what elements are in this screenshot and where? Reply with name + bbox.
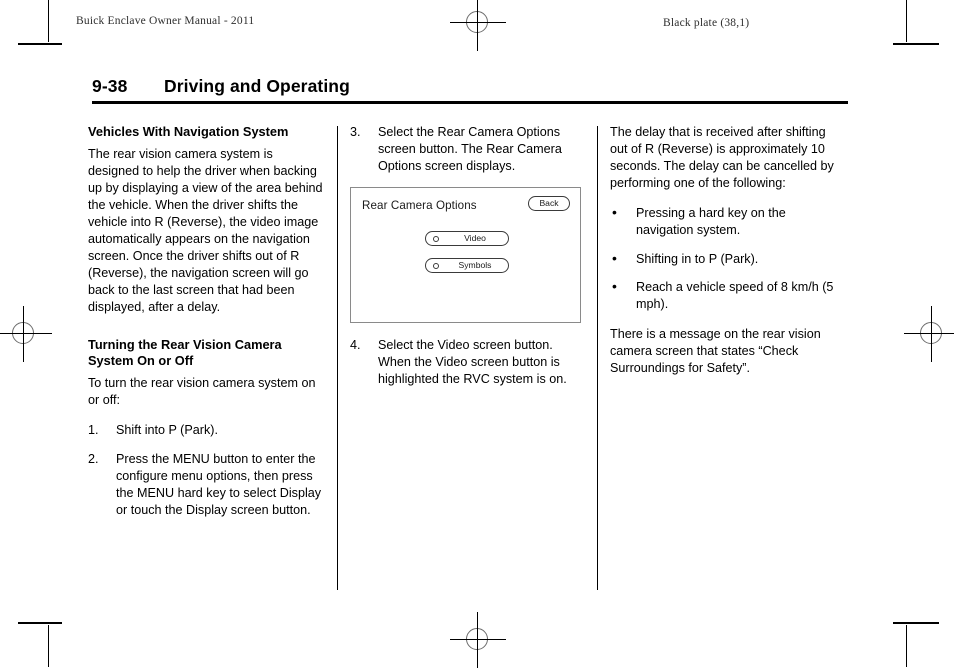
crop-mark-bottom-right-horizontal [893, 622, 939, 624]
paragraph-check-surroundings: There is a message on the rear vision ca… [610, 326, 821, 376]
step-list-column-2-bottom: 4. Select the Video screen button. When … [350, 337, 585, 388]
registration-mark-left [0, 306, 52, 362]
screen-button-video[interactable]: Video [425, 231, 509, 247]
step-text: Press the MENU button to enter the confi… [116, 452, 322, 518]
bullet-icon: • [612, 204, 617, 221]
running-head-left: Buick Enclave Owner Manual - 2011 [76, 15, 255, 27]
paragraph-turning-intro: To turn the rear vision camera system on… [88, 375, 316, 407]
bullet-text: Pressing a hard key on the navigation sy… [636, 206, 786, 238]
column-1: Vehicles With Navigation System The rear… [88, 124, 323, 531]
registration-mark-right [904, 306, 954, 362]
bullet-icon: • [612, 249, 617, 266]
crop-mark-top-right-vertical [906, 0, 907, 42]
crop-mark-bottom-left-horizontal [18, 622, 62, 624]
page-title: 9-38 Driving and Operating [92, 76, 848, 104]
crop-mark-top-right-horizontal [893, 43, 939, 45]
column-2: 3. Select the Rear Camera Options screen… [350, 124, 585, 401]
paragraph-delay-description: The delay that is received after shiftin… [610, 125, 834, 191]
step-number: 3. [350, 125, 361, 139]
step-text: Select the Video screen button. When the… [378, 338, 567, 387]
step-text: Select the Rear Camera Options screen bu… [378, 125, 562, 174]
step-text: Shift into P (Park). [116, 422, 218, 437]
rear-camera-options-screen: Rear Camera Options Back Video Symbols [350, 187, 581, 324]
section-heading-turning-on-or-off: Turning the Rear Vision Camera System On… [88, 336, 282, 369]
page-title-rule [92, 101, 848, 104]
crop-mark-bottom-left-vertical [48, 625, 49, 667]
bullet-text: Reach a vehicle speed of 8 km/h (5 mph). [636, 279, 834, 311]
paragraph-rear-vision-overview: The rear vision camera system is designe… [88, 146, 323, 315]
screen-button-label: Video [464, 233, 486, 244]
list-item: 1. Shift into P (Park). [88, 422, 323, 439]
radio-icon [433, 263, 439, 270]
screen-button-label: Symbols [458, 260, 492, 271]
column-3: The delay that is received after shiftin… [610, 124, 845, 390]
step-number: 1. [88, 422, 99, 437]
section-heading-navigation-system: Vehicles With Navigation System [88, 124, 289, 139]
list-item: 3. Select the Rear Camera Options screen… [350, 124, 585, 175]
bullet-icon: • [612, 277, 617, 294]
running-head-right: Black plate (38,1) [663, 17, 750, 29]
step-list-column-1: 1. Shift into P (Park). 2. Press the MEN… [88, 422, 323, 519]
registration-mark-top [450, 0, 506, 51]
bullet-list-cancel-delay: • Pressing a hard key on the navigation … [610, 204, 845, 313]
registration-mark-bottom [450, 612, 506, 668]
step-list-column-2-top: 3. Select the Rear Camera Options screen… [350, 124, 585, 175]
radio-icon [433, 236, 439, 243]
manual-page: Buick Enclave Owner Manual - 2011 Black … [0, 0, 954, 668]
figure-rear-camera-options: Rear Camera Options Back Video Symbols [350, 187, 585, 324]
screen-title: Rear Camera Options [362, 199, 477, 213]
screen-button-symbols[interactable]: Symbols [425, 258, 509, 274]
list-item: 2. Press the MENU button to enter the co… [88, 451, 323, 519]
step-number: 2. [88, 452, 99, 466]
list-item: 4. Select the Video screen button. When … [350, 337, 585, 388]
back-button[interactable]: Back [528, 196, 570, 212]
list-item: • Reach a vehicle speed of 8 km/h (5 mph… [610, 277, 845, 313]
page-number: 9-38 [92, 76, 128, 96]
crop-mark-top-left-vertical [48, 0, 49, 42]
list-item: • Pressing a hard key on the navigation … [610, 204, 845, 239]
column-divider-1 [337, 126, 338, 590]
body-columns: Vehicles With Navigation System The rear… [88, 124, 852, 594]
step-number: 4. [350, 338, 361, 353]
crop-mark-bottom-right-vertical [906, 625, 907, 667]
page-title-text: Driving and Operating [164, 76, 350, 96]
list-item: • Shifting in to P (Park). [610, 249, 845, 268]
bullet-text: Shifting in to P (Park). [636, 251, 759, 266]
crop-mark-top-left-horizontal [18, 43, 62, 45]
column-divider-2 [597, 126, 598, 590]
